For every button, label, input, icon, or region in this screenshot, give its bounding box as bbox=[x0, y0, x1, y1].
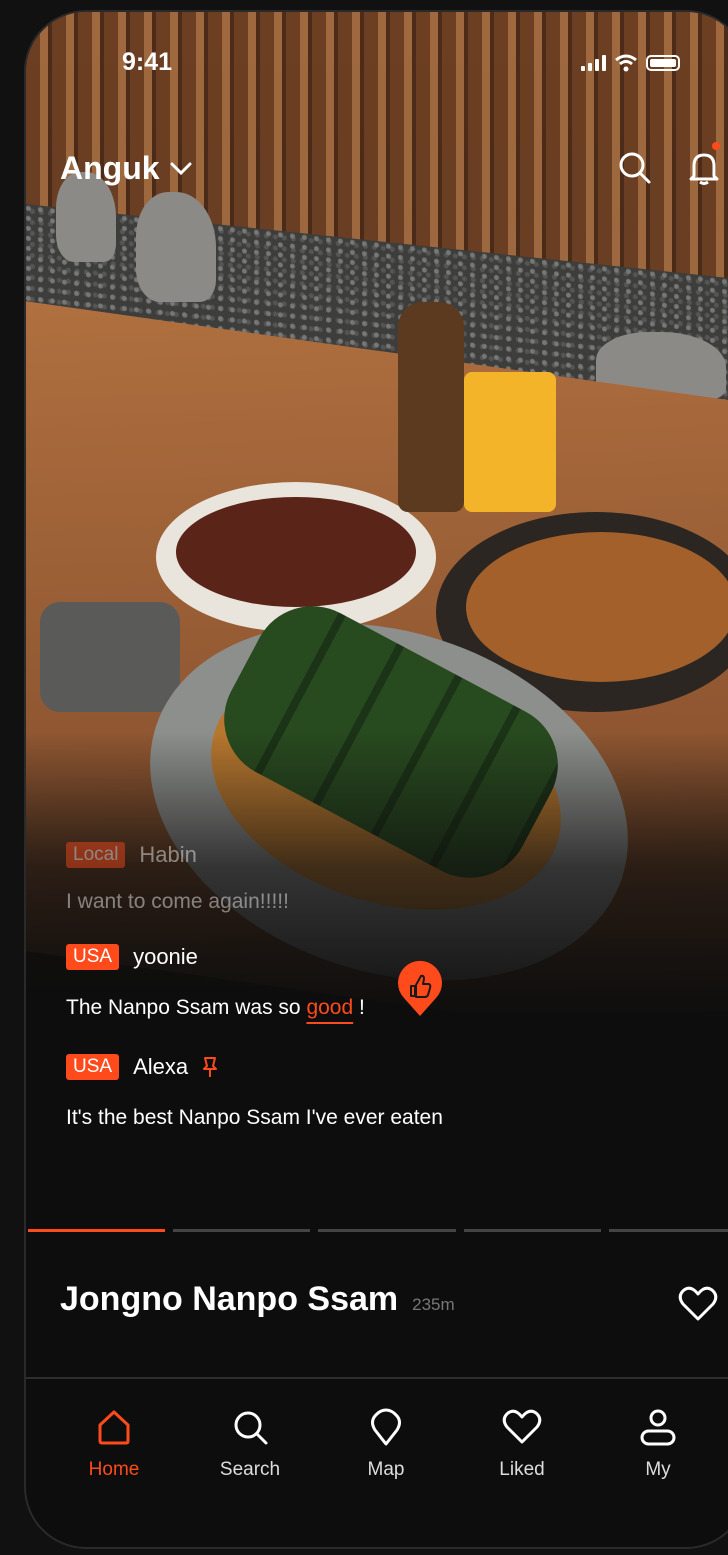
comment-item: USA Alexa It's the best Nanpo Ssam I've … bbox=[66, 1054, 716, 1130]
heart-icon bbox=[502, 1409, 542, 1444]
progress-segment bbox=[318, 1229, 456, 1232]
pin-icon bbox=[203, 1057, 218, 1077]
nav-label: Liked bbox=[499, 1459, 545, 1480]
comment-item: USA yoonie The Nanpo Ssam was so good ! bbox=[66, 944, 716, 1020]
user-icon bbox=[640, 1409, 676, 1446]
sauce-bottle bbox=[398, 302, 464, 512]
place-info[interactable]: Jongno Nanpo Ssam 235m bbox=[60, 1280, 718, 1336]
place-distance: 235m bbox=[412, 1295, 455, 1314]
nav-map[interactable]: Map bbox=[341, 1407, 431, 1481]
chevron-down-icon bbox=[170, 162, 192, 175]
nav-search[interactable]: Search bbox=[205, 1407, 295, 1481]
comment-username: Habin bbox=[139, 842, 197, 867]
comment-item: Local Habin I want to come again!!!!! bbox=[66, 842, 716, 914]
comment-text-before: The Nanpo Ssam was so bbox=[66, 996, 307, 1019]
comment-text: It's the best Nanpo Ssam I've ever eaten bbox=[66, 1106, 443, 1129]
nav-home[interactable]: Home bbox=[69, 1407, 159, 1481]
bottom-nav: Home Search Map Liked My bbox=[26, 1407, 728, 1481]
noodle-dish bbox=[466, 532, 728, 682]
comment-feed: Local Habin I want to come again!!!!! US… bbox=[66, 842, 716, 1130]
status-time: 9:41 bbox=[122, 48, 173, 76]
progress-segment bbox=[463, 1229, 601, 1232]
country-badge: USA bbox=[66, 944, 120, 970]
status-icons bbox=[581, 54, 680, 72]
status-bar: 9:41 bbox=[26, 48, 728, 78]
wifi-icon bbox=[615, 54, 637, 72]
nav-label: My bbox=[645, 1459, 671, 1480]
place-name: Jongno Nanpo Ssam bbox=[60, 1280, 399, 1318]
nav-label: Search bbox=[219, 1459, 281, 1480]
comment-username: yoonie bbox=[133, 944, 198, 969]
map-pin-icon bbox=[371, 1408, 401, 1446]
signal-icon bbox=[581, 55, 606, 71]
country-badge: Local bbox=[66, 842, 126, 868]
beef-dish bbox=[176, 497, 416, 607]
notification-dot bbox=[712, 142, 720, 150]
comment-text: I want to come again!!!!! bbox=[66, 890, 289, 913]
side-dish-bowl bbox=[40, 602, 180, 712]
rock bbox=[136, 192, 216, 302]
home-icon bbox=[98, 1410, 130, 1445]
nav-label: Map bbox=[367, 1459, 405, 1480]
top-bar: Anguk bbox=[60, 142, 720, 194]
location-label: Anguk bbox=[60, 150, 160, 186]
progress-segment bbox=[28, 1229, 166, 1232]
comment-text-after: ! bbox=[353, 996, 365, 1019]
country-badge: USA bbox=[66, 1054, 120, 1080]
thumbs-up-marker-icon[interactable] bbox=[396, 960, 444, 1018]
location-selector[interactable]: Anguk bbox=[60, 150, 192, 187]
lemonade-glass bbox=[464, 372, 556, 512]
comment-text: The Nanpo Ssam was so good ! bbox=[66, 996, 716, 1020]
story-progress bbox=[28, 1229, 728, 1232]
phone-frame: 9:41 Anguk Local Habin I want to come ag… bbox=[26, 12, 728, 1547]
notification-button[interactable] bbox=[688, 142, 720, 186]
progress-segment bbox=[173, 1229, 311, 1232]
comment-username: Alexa bbox=[133, 1054, 189, 1079]
search-icon bbox=[234, 1411, 268, 1445]
heart-icon[interactable] bbox=[678, 1286, 718, 1322]
top-actions bbox=[618, 142, 720, 186]
progress-segment bbox=[608, 1229, 728, 1232]
search-icon[interactable] bbox=[618, 151, 652, 185]
highlighted-word[interactable]: good bbox=[306, 996, 353, 1019]
nav-liked[interactable]: Liked bbox=[477, 1407, 567, 1481]
nav-label: Home bbox=[88, 1459, 140, 1480]
bell-icon bbox=[689, 153, 719, 185]
battery-icon bbox=[646, 55, 680, 71]
nav-divider bbox=[26, 1377, 728, 1379]
nav-my[interactable]: My bbox=[613, 1407, 703, 1481]
